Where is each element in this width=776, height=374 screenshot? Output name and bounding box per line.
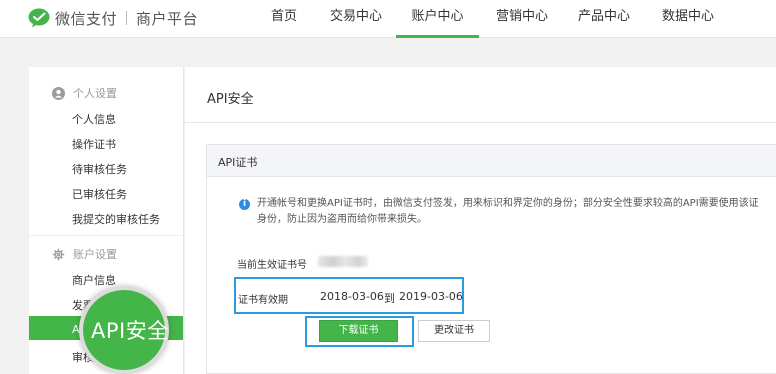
sidebar-group-label: 个人设置 [73,87,117,100]
nav-trade-center[interactable]: 交易中心 [330,0,382,38]
gear-icon [52,248,65,260]
sidebar-item-pending-tasks[interactable]: 待审核任务 [72,161,127,177]
brand-logo[interactable]: 微信支付 商户平台 [28,8,198,28]
cert-number-label: 当前生效证书号 [237,260,307,271]
info-icon: i [239,199,250,210]
magnifier-callout: API安全 [79,286,169,374]
sidebar-item-merchant-info[interactable]: 商户信息 [72,272,116,288]
brand-subtitle: 商户平台 [136,9,199,28]
validity-to-word: 到 [384,292,395,305]
download-cert-button[interactable]: 下载证书 [319,320,398,342]
title-divider [185,122,776,123]
info-line-2: 身份，防止因为盗用而给你带来损失。 [257,214,427,225]
change-cert-button[interactable]: 更改证书 [418,320,490,342]
sidebar-item-my-submitted-tasks[interactable]: 我提交的审核任务 [72,211,160,227]
magnifier-label: API安全 [91,319,169,343]
card-header: API证书 [207,145,776,177]
brand-separator [126,11,128,25]
sidebar-group-personal: 个人设置 [29,86,183,100]
sidebar-item-operation-cert[interactable]: 操作证书 [72,136,116,152]
brand-name: 微信支付 [55,9,118,28]
nav-data-center[interactable]: 数据中心 [662,0,714,38]
sidebar-group-account: 账户设置 [29,247,183,261]
info-line-1: 开通帐号和更换API证书时，由微信支付签发，用来标识和界定你的身份；部分安全性要… [257,198,759,209]
page-title: API安全 [207,92,254,107]
api-cert-card: API证书 i 开通帐号和更换API证书时，由微信支付签发，用来标识和界定你的身… [206,144,776,374]
validity-label: 证书有效期 [238,295,288,306]
validity-end-date: 2019-03-06 [399,290,463,303]
validity-start-date: 2018-03-06 [320,290,384,303]
info-text: 开通帐号和更换API证书时，由微信支付签发，用来标识和界定你的身份；部分安全性要… [257,196,776,228]
cert-number-redacted [318,256,368,267]
nav-account-center[interactable]: 账户中心 [396,0,479,38]
sidebar-divider [29,235,183,236]
nav-product-center[interactable]: 产品中心 [578,0,630,38]
nav-marketing-center[interactable]: 营销中心 [496,0,548,38]
sidebar-item-reviewed-tasks[interactable]: 已审核任务 [72,186,127,202]
wechat-pay-logo-icon [28,8,50,28]
sidebar-group-label: 账户设置 [73,248,117,261]
user-icon [52,86,65,100]
sidebar-item-personal-info[interactable]: 个人信息 [72,111,116,127]
nav-home[interactable]: 首页 [270,0,298,38]
top-bar: 微信支付 商户平台 首页 交易中心 账户中心 营销中心 产品中心 数据中心 [0,0,776,38]
card-title: API证书 [218,156,258,169]
